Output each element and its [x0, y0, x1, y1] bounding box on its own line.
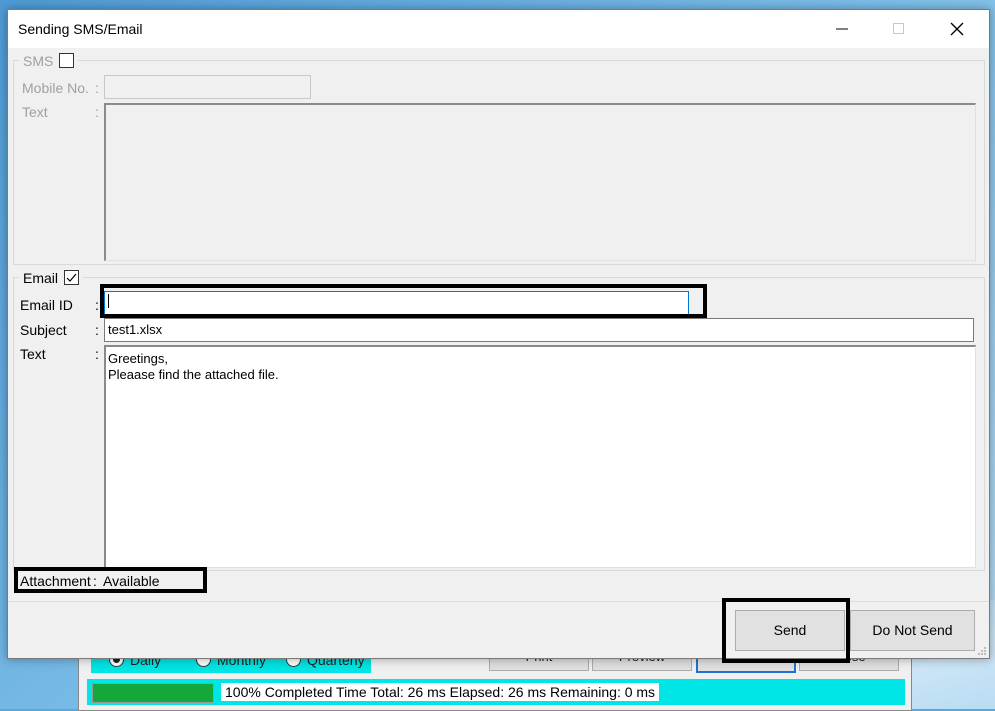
- resize-grip-icon[interactable]: [977, 646, 987, 656]
- email-text-label: Text: [20, 346, 46, 362]
- progress-bar: [92, 683, 214, 703]
- attachment-status: Available: [103, 573, 160, 589]
- sms-email-dialog: Sending SMS/Email SMS Mobile No. : Text …: [7, 9, 990, 659]
- checkmark-icon: [66, 273, 77, 282]
- attachment-separator: :: [93, 573, 97, 589]
- do-not-send-button[interactable]: Do Not Send: [850, 610, 975, 651]
- email-group-legend: Email: [19, 269, 84, 287]
- email-legend-label: Email: [23, 270, 59, 286]
- close-window-button[interactable]: [928, 10, 986, 48]
- minimize-button[interactable]: [813, 10, 871, 48]
- button-bar-divider: [8, 601, 989, 602]
- text-caret: [108, 294, 109, 308]
- email-id-input[interactable]: [104, 291, 689, 315]
- sms-text-separator: :: [95, 104, 99, 120]
- maximize-button[interactable]: [870, 10, 928, 48]
- progress-panel: 100% Completed Time Total: 26 ms Elapsed…: [87, 679, 905, 705]
- progress-bar-fill: [93, 684, 213, 702]
- window-title: Sending SMS/Email: [18, 21, 143, 37]
- email-id-label: Email ID: [20, 297, 73, 313]
- title-bar: Sending SMS/Email: [8, 10, 989, 48]
- sms-checkbox[interactable]: [59, 53, 75, 68]
- email-id-separator: :: [95, 297, 99, 313]
- close-icon: [950, 22, 964, 36]
- sms-legend-label: SMS: [23, 53, 54, 69]
- email-body-textarea[interactable]: Greetings, Pleaase find the attached fil…: [104, 345, 976, 568]
- sms-group-legend: SMS: [19, 52, 79, 70]
- attachment-label: Attachment: [20, 573, 91, 589]
- sms-text-label: Text: [22, 104, 48, 120]
- mobile-no-label: Mobile No.: [22, 80, 89, 96]
- subject-separator: :: [95, 322, 99, 338]
- subject-input[interactable]: test1.xlsx: [104, 318, 974, 342]
- progress-status-text: 100% Completed Time Total: 26 ms Elapsed…: [221, 683, 660, 701]
- subject-label: Subject: [20, 322, 67, 338]
- sms-text-area[interactable]: [104, 103, 976, 261]
- mobile-no-input[interactable]: [104, 75, 311, 99]
- email-text-separator: :: [95, 346, 99, 362]
- email-checkbox[interactable]: [64, 270, 80, 285]
- maximize-icon: [893, 22, 904, 34]
- minimize-icon: [836, 28, 848, 30]
- send-button[interactable]: Send: [735, 610, 845, 651]
- mobile-no-separator: :: [95, 80, 99, 96]
